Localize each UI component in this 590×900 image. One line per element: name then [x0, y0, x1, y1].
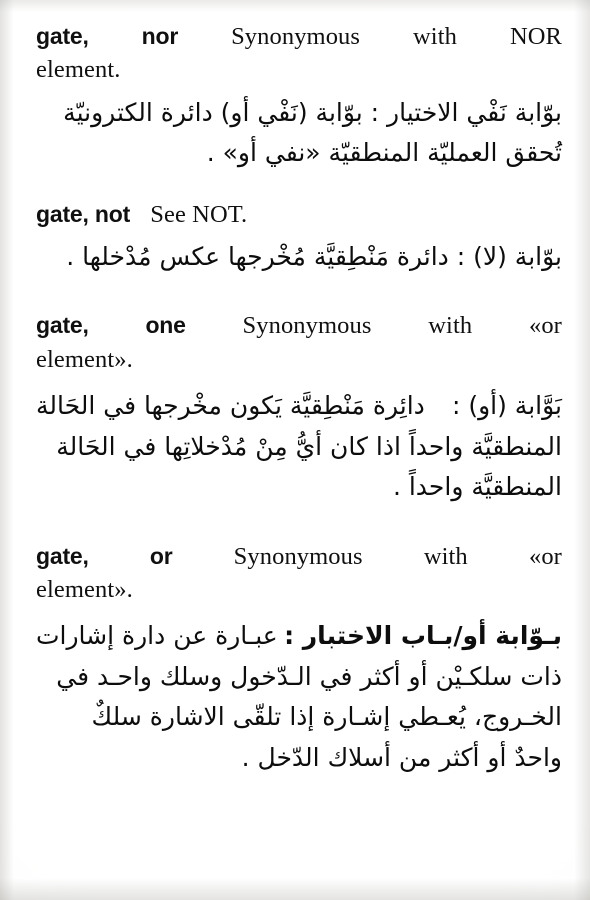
english-word: with	[428, 312, 473, 340]
entry-headword: gate, not	[36, 200, 131, 227]
entry-headword: gate,	[36, 542, 89, 569]
english-word: Synonymous	[231, 23, 361, 50]
arabic-line: الخـروج، يُعـطي إشـارة إذا تلقّى الاشارة…	[91, 702, 562, 732]
arabic-segment: بـوّابة أو/بـاب الاختبار :	[284, 621, 562, 651]
english-word: Synonymous	[242, 312, 372, 340]
english-definition-block: gate, or Synonymous with «or element».	[36, 540, 562, 607]
english-word: Synonymous	[233, 542, 363, 570]
text-column: gate, nor Synonymous with NOR element. ب…	[36, 20, 562, 780]
entry-spacer	[36, 176, 562, 198]
arabic-line: بَوَّابة (أو) : دائِرة مَنْطِقيَّة يَكون…	[36, 386, 562, 427]
english-line: gate, or Synonymous with «or	[36, 540, 562, 573]
entry-spacer	[36, 279, 562, 309]
english-word: «or	[528, 312, 562, 340]
dictionary-entry-gate-or: gate, or Synonymous with «or element». ب…	[36, 540, 562, 779]
arabic-segment: عبـارة عن دارة إشارات	[36, 621, 278, 651]
dictionary-entry-gate-nor: gate, nor Synonymous with NOR element. ب…	[36, 20, 562, 174]
english-line: gate, one Synonymous with «or	[36, 309, 562, 342]
english-line: gate, nor Synonymous with NOR	[36, 20, 562, 53]
entry-headword: gate,	[36, 312, 89, 339]
arabic-definition-block: بـوّابة أو/بـاب الاختبار : عبـارة عن دار…	[36, 616, 562, 778]
arabic-line: المنطقيَّة واحداً .	[392, 472, 562, 502]
english-word: «or	[528, 542, 562, 570]
entry-sense-label: nor	[141, 23, 179, 49]
english-line: element.	[36, 56, 121, 84]
entry-sense-label: or	[149, 542, 173, 569]
arabic-line: واحدٌ أو أكثر من أسلاك الدّخل .	[241, 742, 562, 772]
english-definition-block: gate, nor Synonymous with NOR element.	[36, 20, 562, 87]
english-word: with	[413, 23, 457, 50]
arabic-line: بوّابة نَفْي الاختيار : بوّابة (نَفْي أو…	[63, 97, 562, 127]
arabic-definition-block: بَوَّابة (أو) : دائِرة مَنْطِقيَّة يَكون…	[36, 386, 562, 508]
english-line: element».	[36, 575, 133, 603]
entry-spacer	[36, 510, 562, 540]
entry-sense-label: one	[145, 312, 186, 339]
english-cross-reference: See NOT.	[150, 200, 248, 228]
dictionary-entry-gate-one: gate, one Synonymous with «or element». …	[36, 309, 562, 507]
arabic-segment: دائِرة مَنْطِقيَّة يَكون مخْرجها في الحَ…	[36, 391, 425, 421]
arabic-definition-block: بوّابة نَفْي الاختيار : بوّابة (نَفْي أو…	[36, 93, 562, 174]
arabic-line: ذات سلكـيْن أو أكثر في الـدّخول وسلك واح…	[56, 661, 562, 691]
english-word: NOR	[509, 23, 562, 50]
english-definition-block: gate, one Synonymous with «or element».	[36, 309, 562, 376]
english-definition-block: gate, not See NOT.	[36, 198, 562, 231]
entry-headword: gate,	[36, 23, 89, 49]
dictionary-entry-gate-not: gate, not See NOT. بوّابة (لا) : دائرة م…	[36, 198, 562, 278]
english-word: with	[423, 542, 468, 570]
arabic-line: بوّابة (لا) : دائرة مَنْطِقيَّة مُخْرجها…	[66, 241, 562, 271]
arabic-line: المنطقيَّة واحداً اذا كان أيُّ مِنْ مُدْ…	[56, 431, 562, 461]
arabic-line: بـوّابة أو/بـاب الاختبار : عبـارة عن دار…	[36, 616, 562, 657]
arabic-segment: بَوَّابة (أو) :	[451, 391, 562, 421]
arabic-definition-block: بوّابة (لا) : دائرة مَنْطِقيَّة مُخْرجها…	[36, 237, 562, 278]
english-line: element».	[36, 345, 133, 373]
english-line: gate, not See NOT.	[36, 198, 562, 231]
arabic-line: تُحقق العمليّة المنطقيّة «نفي أو» .	[206, 138, 562, 168]
